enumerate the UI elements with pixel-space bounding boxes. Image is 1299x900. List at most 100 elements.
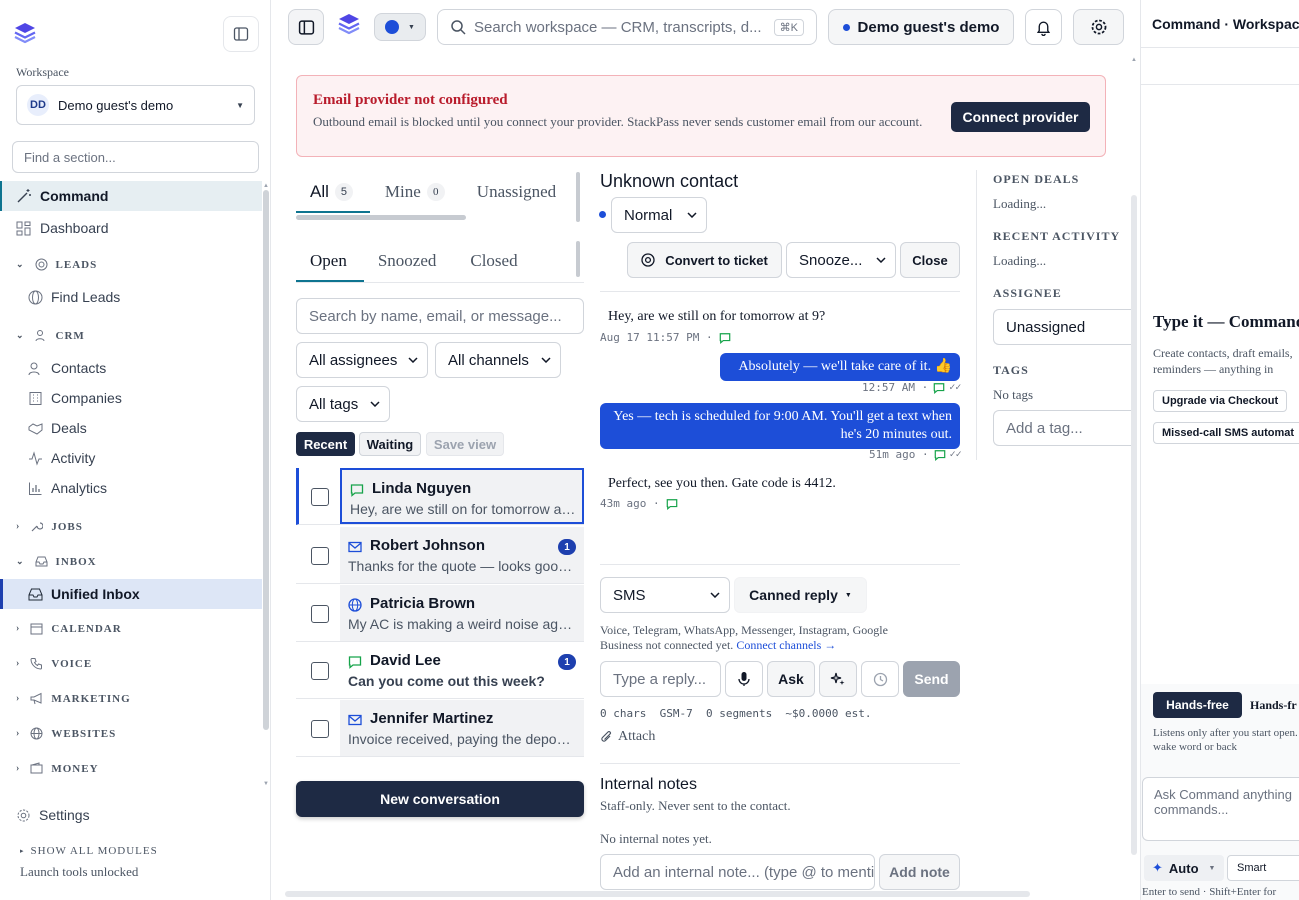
conversation-row[interactable]: Patricia Brown My AC is making a weird n… xyxy=(296,585,584,642)
scroll-down-icon[interactable]: ▼ xyxy=(263,781,269,787)
status-color-select[interactable]: ▼ xyxy=(374,13,426,41)
settings-button[interactable] xyxy=(1073,9,1124,45)
select-value: SMS xyxy=(613,586,646,604)
add-note-button[interactable]: Add note xyxy=(879,854,960,890)
conversation-row[interactable]: Robert Johnson 1 Thanks for the quote — … xyxy=(296,527,584,584)
sidebar-item-find-leads[interactable]: Find Leads xyxy=(0,282,262,312)
sidebar-group-jobs[interactable]: › JOBS xyxy=(0,509,262,544)
sidebar-group-leads[interactable]: ⌄ LEADS xyxy=(0,247,262,282)
tab-open[interactable]: Open xyxy=(296,251,361,271)
ai-sparkle-button[interactable] xyxy=(819,661,857,697)
save-view-button[interactable]: Save view xyxy=(426,432,504,456)
hands-free-button[interactable]: Hands-free xyxy=(1153,692,1242,718)
bar-chart-icon xyxy=(29,482,42,495)
notifications-button[interactable] xyxy=(1025,9,1062,45)
sidebar-group-websites[interactable]: › WEBSITES xyxy=(0,716,262,751)
priority-select[interactable]: Normal xyxy=(611,197,707,233)
command-input[interactable]: Ask Command anything commands... xyxy=(1142,777,1299,841)
sidebar-item-deals[interactable]: Deals xyxy=(0,413,262,443)
snooze-select[interactable]: Snooze... xyxy=(786,242,896,278)
conversation-row[interactable]: David Lee 1 Can you come out this week? xyxy=(296,642,584,699)
add-tag-input[interactable]: Add a tag... xyxy=(993,410,1133,446)
find-section-input[interactable]: Find a section... xyxy=(12,141,259,173)
tabs-scroll-handle[interactable] xyxy=(576,172,580,222)
show-all-modules-button[interactable]: ▸ SHOW ALL MODULES xyxy=(20,845,158,857)
sidebar-group-crm[interactable]: ⌄ CRM xyxy=(0,318,262,353)
internal-note-input[interactable]: Add an internal note... (type @ to menti… xyxy=(600,854,875,890)
sidebar-item-label: Deals xyxy=(51,420,87,436)
reply-channel-select[interactable]: SMS xyxy=(600,577,730,613)
conversation-row[interactable]: Linda Nguyen Hey, are we still on for to… xyxy=(296,468,584,525)
conversation-row[interactable]: Jennifer Martinez Invoice received, payi… xyxy=(296,700,584,757)
sidebar-group-marketing[interactable]: › MARKETING xyxy=(0,681,262,716)
sidebar-item-settings[interactable]: Settings xyxy=(16,807,90,823)
tab-unassigned[interactable]: Unassigned xyxy=(445,182,556,202)
panel-toggle-button[interactable] xyxy=(288,9,324,45)
chip-waiting[interactable]: Waiting xyxy=(359,432,421,456)
tab-underline xyxy=(296,211,370,213)
canned-reply-button[interactable]: Canned reply ▼ xyxy=(734,577,867,613)
send-button[interactable]: Send xyxy=(903,661,960,697)
stackpass-logo-icon[interactable] xyxy=(338,13,360,35)
contact-name: Robert Johnson xyxy=(370,537,485,554)
chevron-down-icon: ⌄ xyxy=(16,330,25,340)
model-select[interactable]: Smart xyxy=(1227,855,1299,881)
convert-to-ticket-button[interactable]: Convert to ticket xyxy=(627,242,782,278)
row-checkbox[interactable] xyxy=(311,662,329,680)
schedule-button[interactable] xyxy=(861,661,899,697)
upgrade-checkout-chip[interactable]: Upgrade via Checkout xyxy=(1153,390,1288,412)
sidebar-item-analytics[interactable]: Analytics xyxy=(0,473,262,503)
status-tabs-scroll-handle[interactable] xyxy=(576,241,580,277)
tabs-scrollbar[interactable] xyxy=(296,215,466,220)
row-checkbox[interactable] xyxy=(311,720,329,738)
tab-all[interactable]: All 5 xyxy=(296,182,367,202)
assignee-select[interactable]: Unassigned xyxy=(993,309,1133,345)
workspace-switch-button[interactable]: Demo guest's demo xyxy=(828,9,1014,45)
connect-channels-link[interactable]: Connect channels → xyxy=(736,638,836,652)
attach-button[interactable]: Attach xyxy=(600,729,655,745)
sidebar-item-contacts[interactable]: Contacts xyxy=(0,353,262,383)
hands-free-tab[interactable]: Hands-fr xyxy=(1250,698,1297,713)
content-scrollbar[interactable] xyxy=(1131,195,1137,855)
scroll-up-icon[interactable]: ▲ xyxy=(1131,57,1137,63)
sidebar-scrollbar[interactable] xyxy=(263,190,269,730)
ask-ai-button[interactable]: Ask xyxy=(767,661,815,697)
sidebar-item-command[interactable]: Command xyxy=(0,181,262,211)
workspace-select[interactable]: DD Demo guest's demo ▼ xyxy=(16,85,255,125)
channel-filter-select[interactable]: All channels xyxy=(435,342,561,378)
row-checkbox[interactable] xyxy=(311,605,329,623)
sidebar-group-money[interactable]: › MONEY xyxy=(0,751,262,786)
assignee-filter-select[interactable]: All assignees xyxy=(296,342,428,378)
workspace-search[interactable]: Search workspace — CRM, transcripts, d..… xyxy=(437,9,817,45)
tag-filter-select[interactable]: All tags xyxy=(296,386,390,422)
sidebar-group-calendar[interactable]: › CALENDAR xyxy=(0,611,262,646)
missed-call-sms-chip[interactable]: Missed-call SMS automat xyxy=(1153,422,1299,444)
paperclip-icon xyxy=(601,731,611,742)
connect-provider-button[interactable]: Connect provider xyxy=(951,102,1090,132)
globe-icon xyxy=(348,598,362,612)
sidebar-group-voice[interactable]: › VOICE xyxy=(0,646,262,681)
sidebar-group-inbox[interactable]: ⌄ INBOX xyxy=(0,544,262,579)
assignee-label: ASSIGNEE xyxy=(993,286,1062,300)
panel-left-icon xyxy=(298,19,314,35)
sidebar-item-companies[interactable]: Companies xyxy=(0,383,262,413)
row-checkbox[interactable] xyxy=(311,488,329,506)
reply-input[interactable]: Type a reply... xyxy=(600,661,721,697)
stackpass-logo-icon[interactable] xyxy=(14,22,36,44)
tab-snoozed[interactable]: Snoozed xyxy=(361,251,437,271)
tab-mine[interactable]: Mine 0 xyxy=(367,182,445,202)
sidebar-toggle-button[interactable] xyxy=(223,16,259,52)
new-conversation-button[interactable]: New conversation xyxy=(296,781,584,817)
sidebar-item-dashboard[interactable]: Dashboard xyxy=(0,213,262,243)
sidebar-item-unified-inbox[interactable]: Unified Inbox xyxy=(0,579,262,609)
row-checkbox[interactable] xyxy=(311,547,329,565)
chip-recent[interactable]: Recent xyxy=(296,432,355,456)
voice-input-button[interactable] xyxy=(725,661,763,697)
mode-select[interactable]: ✦ Auto ▼ xyxy=(1144,855,1224,881)
close-conversation-button[interactable]: Close xyxy=(900,242,960,278)
sidebar-item-activity[interactable]: Activity xyxy=(0,443,262,473)
horizontal-scrollbar[interactable] xyxy=(285,891,1030,897)
scroll-up-icon[interactable]: ▲ xyxy=(263,183,269,189)
tab-closed[interactable]: Closed xyxy=(436,251,517,271)
conversation-search-input[interactable]: Search by name, email, or message... xyxy=(296,298,584,334)
